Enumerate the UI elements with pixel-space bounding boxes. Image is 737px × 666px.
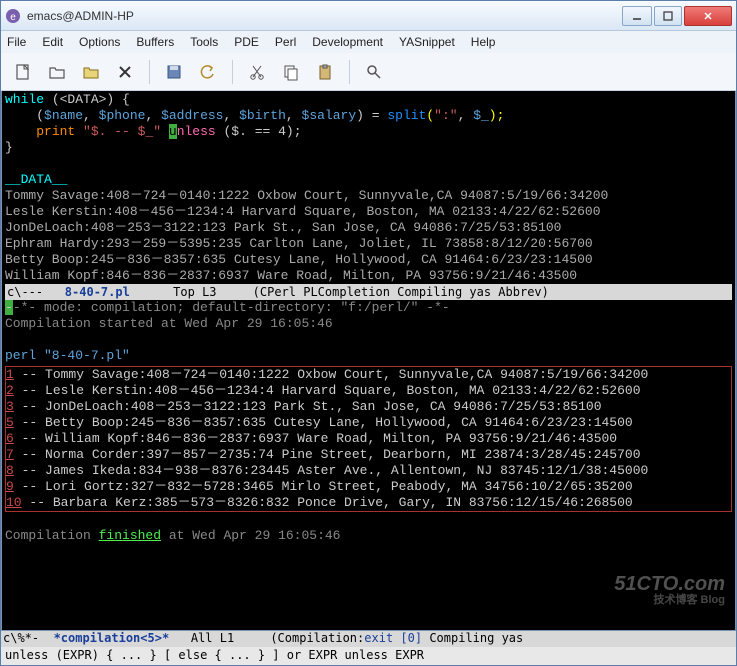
separator: [232, 60, 233, 84]
modeline-top[interactable]: c\--- 8-40-7.pl Top L3 (CPerl PLCompleti…: [5, 284, 732, 300]
code-line: print "$. -- $_" unless ($. == 4);: [5, 124, 732, 140]
menu-yasnippet[interactable]: YASnippet: [399, 35, 455, 49]
data-line: Ephram Hardy:293－259－5395:235 Carlton La…: [5, 236, 732, 252]
minimize-button[interactable]: [622, 6, 652, 26]
open-dir-button[interactable]: [77, 58, 105, 86]
output-line: 3 -- JonDeLoach:408－253－3122:123 Park St…: [6, 399, 731, 415]
menu-pde[interactable]: PDE: [234, 35, 259, 49]
compile-output-box: 1 -- Tommy Savage:408－724－0140:1222 Oxbo…: [5, 366, 732, 512]
data-line: Lesle Kerstin:408－456－1234:4 Harvard Squ…: [5, 204, 732, 220]
svg-text:e: e: [10, 12, 16, 23]
window-buttons: [622, 6, 732, 26]
cut-button[interactable]: [243, 58, 271, 86]
separator: [349, 60, 350, 84]
undo-button[interactable]: [194, 58, 222, 86]
menu-help[interactable]: Help: [471, 35, 496, 49]
output-line: 6 -- William Kopf:846－836－2837:6937 Ware…: [6, 431, 731, 447]
menu-development[interactable]: Development: [312, 35, 383, 49]
menu-options[interactable]: Options: [79, 35, 120, 49]
kill-buffer-button[interactable]: [111, 58, 139, 86]
output-line: 10 -- Barbara Kerz:385－573－8326:832 Ponc…: [6, 495, 731, 511]
open-file-button[interactable]: [43, 58, 71, 86]
data-line: Tommy Savage:408－724－0140:1222 Oxbow Cou…: [5, 188, 732, 204]
output-line: 5 -- Betty Boop:245－836－8357:635 Cutesy …: [6, 415, 731, 431]
menu-perl[interactable]: Perl: [275, 35, 296, 49]
code-line: ($name, $phone, $address, $birth, $salar…: [5, 108, 732, 124]
app-window: e emacs@ADMIN-HP File Edit Options Buffe…: [0, 0, 737, 666]
menu-file[interactable]: File: [7, 35, 26, 49]
output-line: 2 -- Lesle Kerstin:408－456－1234:4 Harvar…: [6, 383, 731, 399]
watermark: 51CTO.com 技术博客 Blog: [614, 576, 725, 608]
toolbar: [1, 53, 736, 91]
data-marker: __DATA__: [5, 172, 732, 188]
menubar: File Edit Options Buffers Tools PDE Perl…: [1, 31, 736, 53]
code-line: }: [5, 140, 732, 156]
copy-button[interactable]: [277, 58, 305, 86]
save-button[interactable]: [160, 58, 188, 86]
compile-finished: Compilation finished at Wed Apr 29 16:05…: [5, 528, 732, 544]
data-line: William Kopf:846－836－2837:6937 Ware Road…: [5, 268, 732, 284]
editor-area[interactable]: while (<DATA>) { ($name, $phone, $addres…: [1, 91, 736, 631]
paste-button[interactable]: [311, 58, 339, 86]
output-line: 8 -- James Ikeda:834－938－8376:23445 Aste…: [6, 463, 731, 479]
menu-edit[interactable]: Edit: [42, 35, 63, 49]
search-button[interactable]: [360, 58, 388, 86]
output-line: 9 -- Lori Gortz:327－832－5728:3465 Mirlo …: [6, 479, 731, 495]
close-button[interactable]: [684, 6, 732, 26]
emacs-icon: e: [5, 8, 21, 24]
output-line: 7 -- Norma Corder:397－857－2735:74 Pine S…: [6, 447, 731, 463]
menu-tools[interactable]: Tools: [190, 35, 218, 49]
window-title: emacs@ADMIN-HP: [27, 9, 622, 23]
new-file-button[interactable]: [9, 58, 37, 86]
compilation-buffer[interactable]: --*- mode: compilation; default-director…: [5, 300, 732, 544]
output-line: 1 -- Tommy Savage:408－724－0140:1222 Oxbo…: [6, 367, 731, 383]
titlebar[interactable]: e emacs@ADMIN-HP: [1, 1, 736, 31]
maximize-button[interactable]: [654, 6, 682, 26]
data-line: Betty Boop:245－836－8357:635 Cutesy Lane,…: [5, 252, 732, 268]
code-line: while (<DATA>) {: [5, 92, 732, 108]
menu-buffers[interactable]: Buffers: [136, 35, 174, 49]
compile-cmd: perl "8-40-7.pl": [5, 348, 732, 364]
minibuffer[interactable]: unless (EXPR) { ... } [ else { ... } ] o…: [1, 647, 736, 665]
text-cursor: u: [169, 124, 177, 139]
compile-header: --*- mode: compilation; default-director…: [5, 300, 732, 316]
modeline-bottom[interactable]: c\%*- *compilation<5>* All L1 (Compilati…: [1, 631, 736, 647]
separator: [149, 60, 150, 84]
data-line: JonDeLoach:408－253－3122:123 Park St., Sa…: [5, 220, 732, 236]
compile-started: Compilation started at Wed Apr 29 16:05:…: [5, 316, 732, 332]
